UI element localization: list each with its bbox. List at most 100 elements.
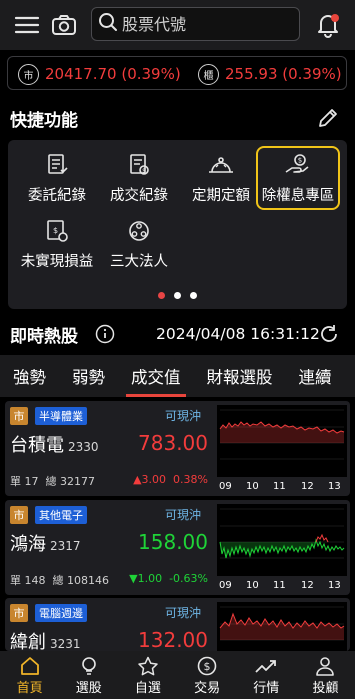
bottom-nav: 首頁 選股 自選 $ 交易 行情 投顧 [0, 651, 355, 699]
tab-financial-picks[interactable]: 財報選股 [194, 355, 286, 397]
market-badge: 市 [10, 604, 28, 622]
camera-icon[interactable] [50, 12, 78, 38]
quick-functions-panel: 委託紀錄 $ 成交紀錄 定期定額 $ 除權息專區 $ 未實現損益 三大法人 [8, 140, 347, 309]
axis-tick: 11 [273, 580, 286, 590]
stock-name: 緯創 3231 [10, 632, 81, 651]
industry-badge: 其他電子 [35, 506, 87, 524]
regular-investment-icon [206, 150, 236, 180]
svg-text:$: $ [204, 660, 211, 673]
quick-order-record[interactable]: 委託紀錄 [16, 150, 98, 205]
otc-index[interactable]: 櫃 255.93 (0.39%) [198, 57, 342, 91]
tab-weak[interactable]: 弱勢 [59, 355, 118, 397]
day-trade-tag: 可現沖 [165, 508, 202, 522]
axis-tick: 10 [246, 580, 259, 590]
page-dot[interactable] [158, 292, 165, 299]
taiex-index[interactable]: 市 20417.70 (0.39%) [18, 57, 181, 91]
axis-tick: 13 [328, 481, 341, 491]
quick-regular-investment[interactable]: 定期定額 [180, 150, 262, 205]
notification-bell-icon[interactable] [313, 10, 343, 40]
stock-price: 132.00 [138, 628, 208, 651]
tab-trade-value[interactable]: 成交值 [118, 355, 194, 397]
quick-dividend-zone-label: 除權息專區 [261, 188, 335, 204]
volume-info: 單 17 總 32177 [10, 475, 95, 488]
day-trade-tag: 可現沖 [165, 409, 202, 423]
stock-card[interactable]: 市 半導體業 可現沖 台積電 2330 783.00 單 17 總 32177 ▲… [5, 401, 350, 496]
page-dot[interactable] [190, 292, 197, 299]
quick-unrealized-pl-label: 未實現損益 [20, 254, 94, 270]
svg-text:$: $ [53, 226, 58, 235]
page-dot[interactable] [174, 292, 181, 299]
home-icon [19, 655, 41, 677]
intraday-chart: 09 10 11 12 13 [217, 504, 347, 590]
stock-price: 783.00 [138, 431, 208, 455]
nav-stock-picker[interactable]: 選股 [59, 651, 118, 699]
intraday-chart [217, 602, 347, 651]
intraday-chart: 09 10 11 12 13 [217, 405, 347, 491]
nav-quotes[interactable]: 行情 [237, 651, 296, 699]
nav-watchlist[interactable]: 自選 [118, 651, 177, 699]
stock-code: 3231 [50, 637, 81, 651]
dollar-coin-icon: $ [196, 655, 218, 677]
quick-trade-record[interactable]: $ 成交紀錄 [98, 150, 180, 205]
axis-tick: 10 [246, 481, 259, 491]
nav-trade-label: 交易 [194, 680, 221, 696]
nav-quotes-label: 行情 [253, 680, 280, 696]
hot-stocks-header: 即時熱股 2024/04/08 16:31:12 [0, 317, 355, 351]
stock-card[interactable]: 市 電腦週邊 可現沖 緯創 3231 132.00 [5, 598, 350, 651]
info-icon[interactable] [94, 323, 116, 345]
nav-home-label: 首頁 [16, 680, 43, 696]
quick-dividend-zone[interactable]: $ 除權息專區 [256, 146, 340, 210]
page-indicator [8, 292, 347, 299]
ranking-tabs: 強勢 弱勢 成交值 財報選股 連續 [0, 355, 355, 397]
hot-stocks-title: 即時熱股 [10, 327, 78, 347]
order-record-icon [44, 150, 70, 180]
unrealized-pl-icon: $ [44, 216, 70, 246]
nav-home[interactable]: 首頁 [0, 651, 59, 699]
tab-consecutive[interactable]: 連續 [286, 355, 345, 397]
stock-card[interactable]: 市 其他電子 可現沖 鴻海 2317 158.00 單 148 總 108146 … [5, 500, 350, 595]
quick-unrealized-pl[interactable]: $ 未實現損益 [16, 216, 98, 271]
quick-regular-investment-label: 定期定額 [192, 188, 250, 204]
industry-badge: 半導體業 [35, 407, 87, 425]
dividend-zone-icon: $ [283, 150, 313, 180]
lightbulb-icon [79, 655, 99, 677]
axis-tick: 12 [301, 580, 314, 590]
price-change: ▲3.00 0.38% [133, 473, 208, 486]
axis-tick: 13 [328, 580, 341, 590]
otc-market-icon: 櫃 [198, 63, 219, 85]
advisor-person-icon [314, 655, 336, 677]
trend-chart-icon [254, 655, 278, 677]
tab-strong[interactable]: 強勢 [0, 355, 59, 397]
nav-stock-picker-label: 選股 [75, 680, 102, 696]
search-input[interactable] [122, 14, 292, 34]
axis-tick: 11 [273, 481, 286, 491]
update-timestamp: 2024/04/08 16:31:12 [156, 325, 320, 343]
nav-advisory[interactable]: 投顧 [296, 651, 355, 699]
trade-record-icon: $ [126, 150, 152, 180]
industry-badge: 電腦週邊 [35, 604, 87, 622]
menu-icon[interactable] [12, 12, 42, 38]
nav-advisory-label: 投顧 [312, 680, 339, 696]
stock-name: 鴻海 2317 [10, 534, 81, 555]
market-badge: 市 [10, 407, 28, 425]
nav-watchlist-label: 自選 [134, 680, 161, 696]
quick-institutional-investors[interactable]: 三大法人 [98, 216, 180, 271]
search-box[interactable] [91, 7, 300, 41]
stock-price: 158.00 [138, 530, 208, 554]
price-change: ▼1.00 -0.63% [129, 572, 208, 585]
axis-tick: 09 [219, 580, 232, 590]
refresh-icon[interactable] [317, 322, 341, 346]
quick-order-record-label: 委託紀錄 [28, 188, 86, 204]
quick-institutional-investors-label: 三大法人 [110, 254, 168, 270]
top-bar [0, 0, 355, 50]
axis-tick: 12 [301, 481, 314, 491]
quick-trade-record-label: 成交紀錄 [110, 188, 168, 204]
market-badge: 市 [10, 506, 28, 524]
index-bar: 市 20417.70 (0.39%) 櫃 255.93 (0.39%) [0, 52, 355, 94]
listed-market-icon: 市 [18, 63, 39, 85]
star-icon [137, 655, 159, 677]
quick-functions-title: 快捷功能 [10, 111, 78, 131]
index-box[interactable]: 市 20417.70 (0.39%) 櫃 255.93 (0.39%) [7, 56, 347, 90]
edit-pencil-icon[interactable] [316, 106, 340, 130]
nav-trade[interactable]: $ 交易 [178, 651, 237, 699]
